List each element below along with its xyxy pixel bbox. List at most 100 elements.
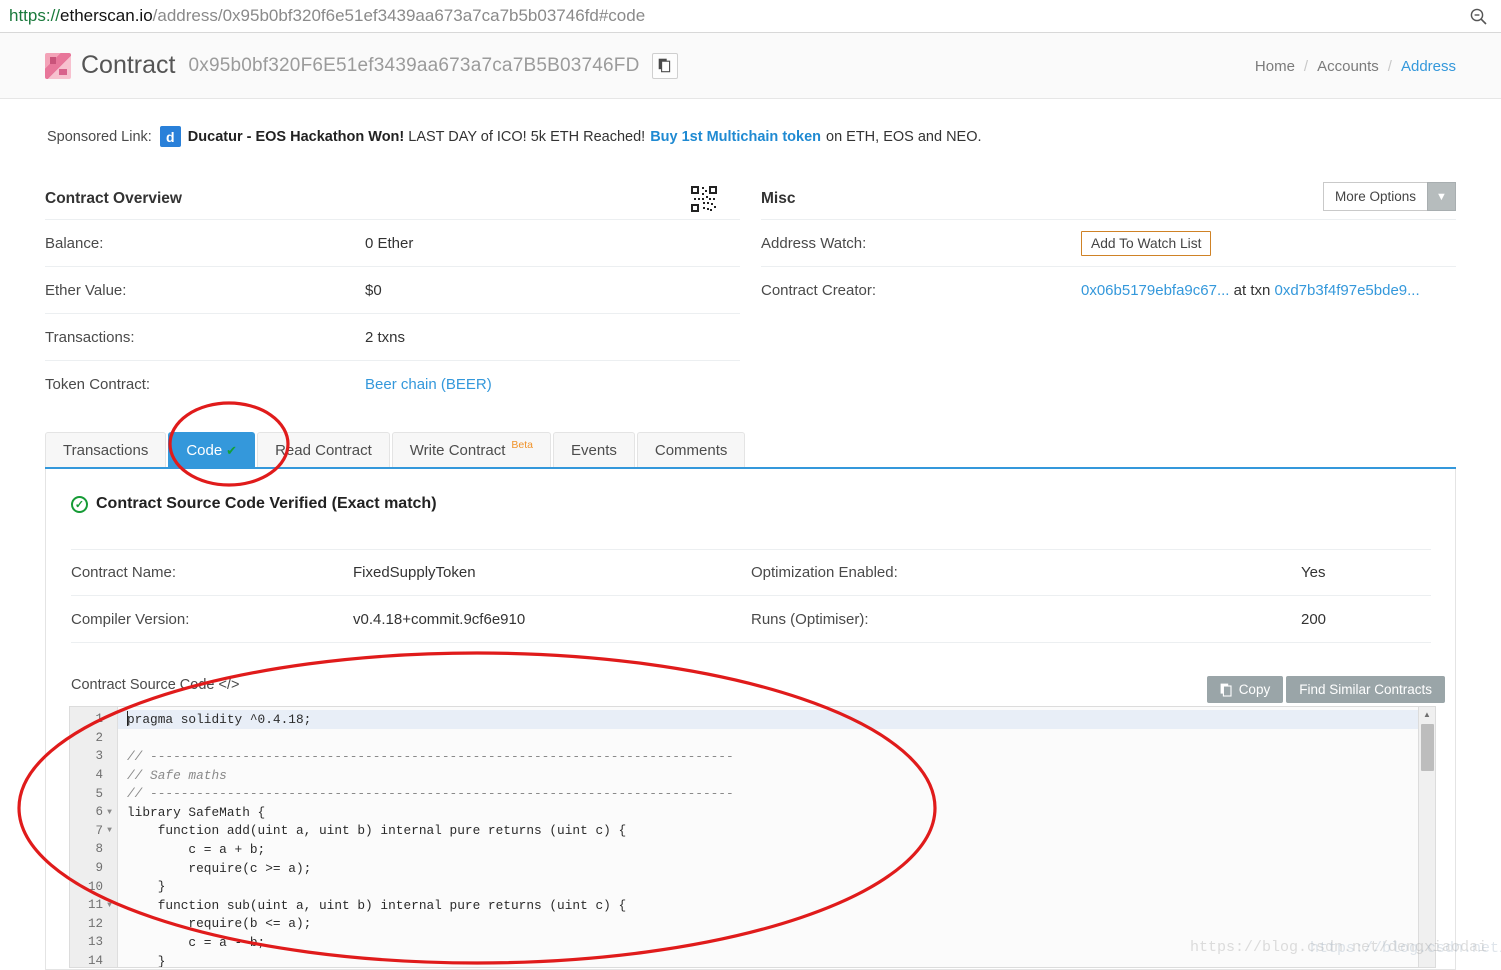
- editor-line-number: 2: [95, 730, 103, 745]
- ether-value-label: Ether Value:: [45, 281, 127, 299]
- transactions-label: Transactions:: [45, 328, 135, 346]
- url-text[interactable]: https:// etherscan.io /address/0x95b0bf3…: [0, 6, 1455, 26]
- address-watch-label: Address Watch:: [761, 234, 867, 252]
- advertiser-logo-icon: d: [159, 126, 181, 147]
- breadcrumb: Home / Accounts / Address: [1255, 33, 1456, 99]
- page-header: Contract 0x95b0bf320F6E51ef3439aa673a7ca…: [0, 33, 1501, 99]
- table-row: Compiler Version: v0.4.18+commit.9cf6e91…: [71, 596, 751, 643]
- sponsored-cta-link[interactable]: Buy 1st Multichain token: [650, 129, 821, 145]
- fold-toggle-icon[interactable]: ▼: [106, 808, 113, 817]
- editor-code-line: // -------------------------------------…: [127, 748, 734, 764]
- contract-name-value: FixedSupplyToken: [353, 564, 476, 581]
- runs-optimiser-value: 200: [1301, 610, 1327, 628]
- copy-source-button[interactable]: Copy: [1206, 676, 1284, 703]
- tab-write-contract[interactable]: Write Contract Beta: [391, 432, 551, 468]
- copy-icon: [1220, 683, 1232, 697]
- find-similar-contracts-button[interactable]: Find Similar Contracts: [1286, 676, 1445, 703]
- table-row: Runs (Optimiser): 200: [751, 596, 1431, 643]
- more-options-label: More Options: [1322, 182, 1427, 211]
- contract-meta-grid: Contract Name: FixedSupplyToken Compiler…: [71, 549, 1431, 643]
- optimization-enabled-value: Yes: [1301, 564, 1326, 581]
- contract-tabs: Transactions Code ✔ Read Contract Write …: [45, 431, 1456, 468]
- tab-label: Comments: [654, 442, 728, 459]
- scrollbar-thumb[interactable]: [1421, 724, 1434, 771]
- editor-code-line: function add(uint a, uint b) internal pu…: [127, 823, 627, 839]
- editor-line-number: 6 ▼: [95, 805, 113, 820]
- creator-address-link[interactable]: 0x06b5179ebfa9c67...: [1081, 282, 1229, 299]
- qr-code-icon[interactable]: [691, 186, 717, 217]
- add-to-watch-list-button[interactable]: Add To Watch List: [1081, 230, 1212, 256]
- editor-line-number: 12: [87, 916, 103, 931]
- editor-line-number: 13: [87, 935, 103, 950]
- editor-line-number: 3: [95, 749, 103, 764]
- transactions-value: 2 txns: [365, 328, 406, 346]
- copy-address-button[interactable]: [651, 52, 678, 79]
- editor-code-area[interactable]: pragma solidity ^0.4.18; // -------------…: [118, 707, 1418, 967]
- tab-label: Transactions: [63, 442, 149, 459]
- summary-panels: Contract Overview Balance: 0 Ether Ether…: [45, 178, 1456, 408]
- sponsored-headline: Ducatur - EOS Hackathon Won!: [187, 128, 405, 145]
- check-circle-icon: ✓: [71, 495, 88, 513]
- editor-code-line: require(c >= a);: [127, 860, 312, 876]
- breadcrumb-separator: /: [1387, 57, 1392, 75]
- table-row: Contract Creator: 0x06b5179ebfa9c67... a…: [761, 267, 1456, 314]
- source-code-editor[interactable]: 123456▼7▼891011▼12131415▼ pragma solidit…: [69, 706, 1436, 968]
- fold-toggle-icon[interactable]: ▼: [106, 901, 113, 910]
- more-options-button[interactable]: More Options ▼: [1322, 182, 1456, 211]
- contract-creator-value: 0x06b5179ebfa9c67... at txn 0xd7b3f4f97e…: [1081, 282, 1420, 299]
- creator-txn-link[interactable]: 0xd7b3f4f97e5bde9...: [1275, 282, 1420, 299]
- editor-code-line: pragma solidity ^0.4.18;: [118, 710, 1418, 729]
- breadcrumb-item-home[interactable]: Home: [1255, 58, 1295, 75]
- url-host: etherscan.io: [60, 6, 153, 25]
- sponsored-label: Sponsored Link:: [47, 128, 152, 145]
- breadcrumb-item-address[interactable]: Address: [1401, 58, 1456, 75]
- code-panel: ✓ Contract Source Code Verified (Exact m…: [45, 469, 1456, 970]
- at-txn-label: at txn: [1233, 282, 1271, 299]
- contract-overview-panel: Contract Overview Balance: 0 Ether Ether…: [45, 178, 740, 408]
- contract-overview-title: Contract Overview: [45, 189, 182, 207]
- fold-toggle-icon[interactable]: ▼: [106, 826, 113, 835]
- page-title: Contract: [81, 51, 176, 79]
- zoom-out-icon[interactable]: [1455, 0, 1501, 33]
- contract-address: 0x95b0bf320F6E51ef3439aa673a7ca7B5B03746…: [188, 54, 640, 76]
- tab-label: Code: [186, 442, 223, 459]
- source-code-label: Contract Source Code </>: [71, 677, 240, 693]
- text-caret: [127, 711, 128, 726]
- contract-overview-heading: Contract Overview: [45, 178, 740, 220]
- table-row: Optimization Enabled: Yes: [751, 549, 1431, 596]
- sponsored-link-row: Sponsored Link: d Ducatur - EOS Hackatho…: [47, 126, 982, 147]
- sponsored-tail: on ETH, EOS and NEO.: [826, 128, 982, 145]
- watermark-text-b: https://blog.csdn.net/dengxiaodai: [1309, 940, 1501, 957]
- url-scheme: https://: [9, 6, 61, 25]
- tab-label: Read Contract: [275, 442, 372, 459]
- editor-vertical-scrollbar[interactable]: ▲: [1418, 707, 1435, 967]
- balance-label: Balance:: [45, 234, 104, 252]
- editor-line-number: 11 ▼: [87, 898, 113, 913]
- editor-code-line: }: [127, 879, 166, 895]
- contract-creator-label: Contract Creator:: [761, 282, 877, 299]
- token-contract-label: Token Contract:: [45, 376, 151, 393]
- tab-read-contract[interactable]: Read Contract: [257, 432, 390, 468]
- tab-events[interactable]: Events: [553, 432, 635, 468]
- tab-code[interactable]: Code ✔: [168, 432, 256, 468]
- token-contract-link[interactable]: Beer chain (BEER): [365, 376, 492, 393]
- table-row: Contract Name: FixedSupplyToken: [71, 549, 751, 596]
- editor-line-number: 14: [87, 954, 103, 968]
- contract-identity-icon: [45, 52, 71, 79]
- source-code-actions: Copy Find Similar Contracts: [1206, 676, 1445, 703]
- editor-code-line: [118, 729, 1418, 748]
- optimization-enabled-label: Optimization Enabled:: [751, 564, 898, 581]
- compiler-version-value: v0.4.18+commit.9cf6e910: [353, 610, 526, 628]
- find-similar-label: Find Similar Contracts: [1299, 682, 1432, 697]
- tab-transactions[interactable]: Transactions: [45, 432, 167, 468]
- copy-source-label: Copy: [1238, 682, 1271, 697]
- editor-code-line: c = a + b;: [127, 841, 266, 857]
- balance-value: 0 Ether: [365, 234, 414, 252]
- tab-label: Events: [571, 442, 617, 459]
- tab-comments[interactable]: Comments: [636, 432, 746, 468]
- browser-address-bar[interactable]: https:// etherscan.io /address/0x95b0bf3…: [0, 0, 1501, 33]
- table-row: Token Contract: Beer chain (BEER): [45, 361, 740, 408]
- breadcrumb-item-accounts[interactable]: Accounts: [1317, 58, 1379, 75]
- table-row: Balance: 0 Ether: [45, 220, 740, 267]
- caret-up-icon[interactable]: ▲: [1419, 707, 1435, 722]
